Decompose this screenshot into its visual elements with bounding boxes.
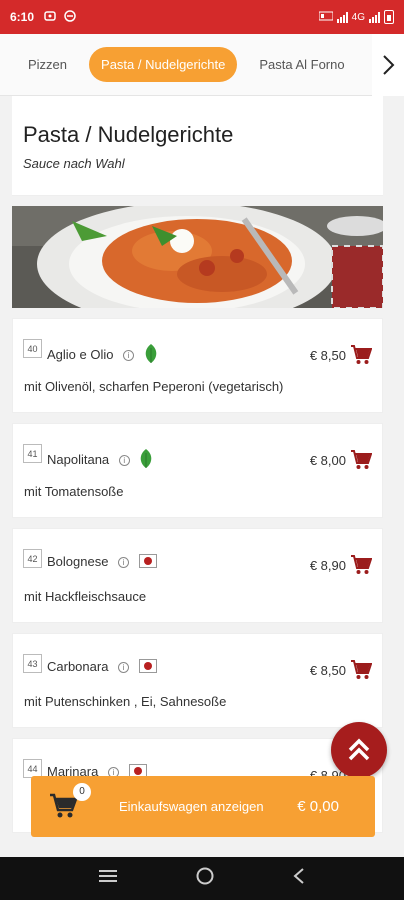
volte-icon [318, 11, 334, 24]
menu-item[interactable]: 41 Napolitana i € 8,00 mit Tomatensoße [12, 423, 383, 518]
cart-icon: 0 [49, 782, 91, 821]
item-price: € 8,50 [309, 663, 346, 678]
menu-item[interactable]: 42 Bolognese i € 8,90 mit Hackfleischsau… [12, 528, 383, 623]
menu-item[interactable]: 43 Carbonara i € 8,50 mit Putenschinken … [12, 633, 383, 728]
add-to-cart-icon[interactable] [350, 660, 373, 685]
section-title: Pasta / Nudelgerichte [23, 122, 234, 147]
home-icon[interactable] [195, 866, 215, 891]
status-time: 6:10 [10, 10, 35, 24]
category-tabs: Pizzen Pasta / Nudelgerichte Pasta Al Fo… [0, 34, 404, 96]
sim-icon [64, 9, 76, 25]
item-name: Carbonara [47, 659, 109, 674]
status-bar: 6:10 4G [0, 0, 404, 34]
item-price: € 8,90 [309, 558, 346, 573]
item-name-wrapper: Napolitana i [47, 449, 153, 472]
signal-icon-2 [369, 11, 380, 23]
pasta-banner-image [12, 206, 383, 308]
add-to-cart-icon[interactable] [350, 345, 373, 370]
item-description: mit Hackfleischsauce [24, 589, 147, 604]
item-name: Bolognese [47, 554, 109, 569]
item-name-wrapper: Bolognese i [47, 554, 157, 571]
leaf-icon [139, 449, 153, 472]
cart-count-badge: 0 [73, 782, 91, 801]
view-cart-label: Einkaufswagen anzeigen [119, 799, 264, 814]
info-icon[interactable]: i [118, 455, 130, 466]
tab-pasta-al-forno[interactable]: Pasta Al Forno [245, 47, 358, 82]
menu-content: Pasta / Nudelgerichte Sauce nach Wahl 40… [12, 96, 383, 833]
item-description: mit Olivenöl, scharfen Peperoni (vegetar… [24, 379, 284, 394]
item-name: Aglio e Olio [47, 346, 114, 362]
cart-total: € 0,00 [297, 798, 339, 815]
info-icon[interactable]: i [123, 350, 135, 361]
item-price: € 8,50 [309, 348, 346, 363]
info-icon[interactable]: i [118, 662, 130, 674]
section-header: Pasta / Nudelgerichte Sauce nach Wahl [12, 96, 383, 196]
item-name-wrapper: Aglio e Olio i [47, 344, 158, 367]
meat-icon [138, 554, 157, 571]
signal-icon [336, 11, 348, 23]
network-type: 4G [351, 11, 365, 23]
notification-icon [44, 10, 56, 25]
chevron-right-icon[interactable] [372, 34, 404, 96]
item-number: 40 [23, 339, 42, 358]
view-cart-button[interactable]: 0 Einkaufswagen anzeigen € 0,00 [31, 776, 375, 837]
add-to-cart-icon[interactable] [350, 450, 373, 475]
section-subtitle: Sauce nach Wahl [23, 156, 125, 171]
tab-pizzen[interactable]: Pizzen [14, 47, 81, 82]
item-price: € 8,00 [309, 453, 346, 468]
meat-icon [138, 659, 157, 676]
battery-icon [384, 10, 394, 24]
menu-icon[interactable] [98, 868, 118, 889]
menu-item[interactable]: 40 Aglio e Olio i € 8,50 mit Olivenöl, s… [12, 318, 383, 413]
double-chevron-up-icon [348, 738, 370, 761]
item-description: mit Tomatensoße [24, 484, 124, 499]
item-number: 43 [23, 654, 42, 673]
item-name: Napolitana [47, 451, 110, 467]
item-number: 42 [23, 549, 42, 568]
item-number: 41 [23, 444, 42, 463]
back-icon[interactable] [292, 867, 306, 890]
leaf-icon [144, 344, 158, 367]
scroll-to-top-button[interactable] [331, 722, 387, 778]
item-description: mit Putenschinken , Ei, Sahnesoße [24, 694, 227, 709]
system-nav-bar [0, 857, 404, 900]
item-name-wrapper: Carbonara i [47, 659, 157, 676]
tab-pasta-nudelgerichte[interactable]: Pasta / Nudelgerichte [89, 47, 238, 82]
info-icon[interactable]: i [118, 557, 130, 569]
add-to-cart-icon[interactable] [350, 555, 373, 580]
